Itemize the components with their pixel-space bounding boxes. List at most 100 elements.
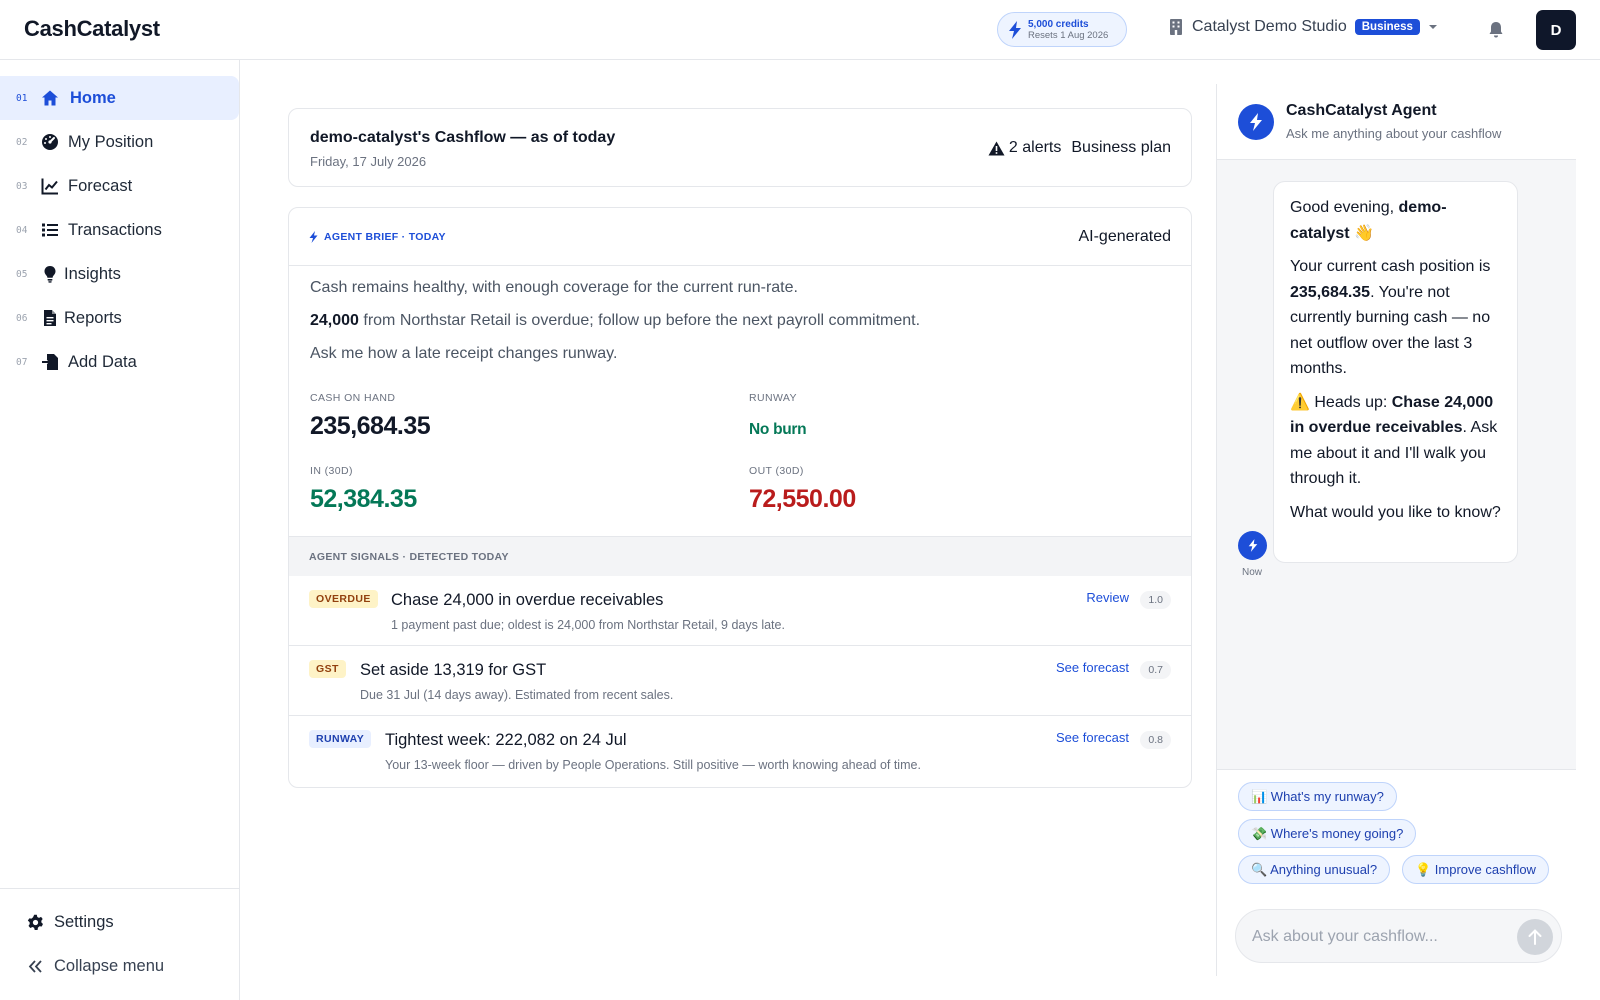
signals-header-label: AGENT SIGNALS · DETECTED TODAY bbox=[309, 551, 509, 563]
collapse-label: Collapse menu bbox=[54, 956, 165, 975]
org-name: Catalyst Demo Studio bbox=[1192, 18, 1347, 35]
nav-number: 07 bbox=[16, 356, 28, 368]
settings-button[interactable]: Settings bbox=[0, 902, 239, 942]
sidebar-item-insights[interactable]: 05 Insights bbox=[0, 252, 239, 296]
org-switcher[interactable]: Catalyst Demo Studio Business bbox=[1168, 18, 1438, 36]
chat-input[interactable] bbox=[1252, 924, 1502, 950]
signal-badge: GST bbox=[309, 660, 346, 678]
brief-amount: 24,000 bbox=[310, 312, 359, 329]
bolt-icon bbox=[1248, 539, 1257, 552]
sidebar-item-label: My Position bbox=[68, 132, 154, 151]
credits-text: 5,000 credits Resets 1 Aug 2026 bbox=[1028, 19, 1108, 41]
sidebar-item-label: Home bbox=[70, 88, 116, 107]
nav-number: 03 bbox=[16, 180, 28, 192]
agent-brief-card: AGENT BRIEF · TODAY AI-generated Cash re… bbox=[288, 207, 1192, 788]
suggestion-chip[interactable]: 🔍 Anything unusual? bbox=[1238, 855, 1391, 884]
agent-avatar bbox=[1238, 104, 1274, 140]
signal-description: 1 payment past due; oldest is 24,000 fro… bbox=[391, 618, 785, 632]
cash-on-hand-label: CASH ON HAND bbox=[310, 392, 396, 404]
nav-number: 06 bbox=[16, 312, 28, 324]
plan-badge: Business bbox=[1354, 19, 1420, 35]
agent-title: CashCatalyst Agent bbox=[1286, 102, 1437, 119]
alerts-indicator[interactable]: 2 alerts bbox=[988, 139, 1061, 157]
avatar[interactable]: D bbox=[1536, 10, 1576, 50]
nav-number: 04 bbox=[16, 224, 28, 236]
greeting-text: Good evening, bbox=[1290, 199, 1399, 216]
chat-composer bbox=[1235, 909, 1562, 963]
signal-score: 0.7 bbox=[1140, 661, 1171, 679]
message-text: ⚠️ Heads up: bbox=[1290, 393, 1392, 411]
signals-header: AGENT SIGNALS · DETECTED TODAY bbox=[289, 536, 1191, 576]
top-header: CashCatalyst 5,000 credits Resets 1 Aug … bbox=[0, 0, 1600, 60]
app-logo[interactable]: CashCatalyst bbox=[24, 16, 160, 42]
nav-number: 05 bbox=[16, 268, 28, 280]
chevrons-left-icon bbox=[28, 959, 42, 973]
settings-label: Settings bbox=[54, 912, 114, 931]
signal-description: Your 13-week floor — driven by People Op… bbox=[385, 758, 921, 772]
arrow-up-icon bbox=[1528, 929, 1542, 945]
suggestion-chip[interactable]: 📊 What's my runway? bbox=[1238, 782, 1397, 811]
credits-reset: Resets 1 Aug 2026 bbox=[1028, 29, 1109, 41]
credits-pill[interactable]: 5,000 credits Resets 1 Aug 2026 bbox=[997, 12, 1127, 47]
suggestion-chip[interactable]: 💡 Improve cashflow bbox=[1402, 855, 1549, 884]
sidebar-item-transactions[interactable]: 04 Transactions bbox=[0, 208, 239, 252]
gear-icon bbox=[27, 914, 43, 930]
sidebar-item-add-data[interactable]: 07 Add Data bbox=[0, 340, 239, 384]
sidebar-item-home[interactable]: 01 Home bbox=[0, 76, 239, 120]
runway-value: No burn bbox=[749, 421, 807, 438]
nav-number: 02 bbox=[16, 136, 28, 148]
brief-tag-label: AGENT BRIEF · TODAY bbox=[324, 231, 446, 243]
sidebar-item-my-position[interactable]: 02 My Position bbox=[0, 120, 239, 164]
file-import-icon bbox=[42, 354, 58, 370]
agent-subtitle: Ask me anything about your cashflow bbox=[1286, 126, 1502, 141]
see-forecast-button[interactable]: See forecast bbox=[1056, 660, 1129, 675]
message-time: Now bbox=[1242, 567, 1263, 578]
document-icon bbox=[44, 310, 56, 326]
sidebar-item-label: Reports bbox=[64, 308, 122, 327]
in-30d-value: 52,384.35 bbox=[310, 485, 417, 513]
bolt-icon bbox=[1250, 113, 1262, 131]
brief-line-text: from Northstar Retail is overdue; follow… bbox=[358, 312, 921, 329]
sidebar-item-forecast[interactable]: 03 Forecast bbox=[0, 164, 239, 208]
plan-label: Business plan bbox=[1071, 139, 1171, 156]
sidebar-item-label: Transactions bbox=[68, 220, 162, 239]
agent-panel: CashCatalyst Agent Ask me anything about… bbox=[1216, 84, 1576, 976]
collapse-menu-button[interactable]: Collapse menu bbox=[0, 946, 239, 986]
sidebar-item-reports[interactable]: 06 Reports bbox=[0, 296, 239, 340]
message-paragraph: ⚠️ Heads up: Chase 24,000 in overdue rec… bbox=[1290, 390, 1501, 492]
signal-row-gst: GST Set aside 13,319 for GST Due 31 Jul … bbox=[289, 646, 1191, 716]
review-button[interactable]: Review bbox=[1086, 590, 1129, 605]
out-30d-label: OUT (30D) bbox=[749, 465, 804, 477]
bell-icon[interactable] bbox=[1487, 21, 1505, 39]
signal-title: Tightest week: 222,082 on 24 Jul bbox=[385, 731, 627, 749]
see-forecast-button[interactable]: See forecast bbox=[1056, 730, 1129, 745]
suggestion-chip[interactable]: 💸 Where's money going? bbox=[1238, 819, 1417, 848]
ai-generated-label: AI-generated bbox=[1078, 228, 1171, 245]
sidebar: 01 Home 02 My Position 03 Forecast 04 Tr… bbox=[0, 60, 240, 1000]
page-title: demo-catalyst's Cashflow — as of today bbox=[310, 129, 616, 146]
message-amount: 235,684.35 bbox=[1290, 283, 1371, 301]
gauge-icon bbox=[42, 134, 58, 150]
nav-number: 01 bbox=[16, 92, 28, 104]
agent-message: Good evening, demo-catalyst 👋 Your curre… bbox=[1273, 181, 1518, 563]
wave-emoji: 👋 bbox=[1349, 224, 1374, 242]
bolt-icon bbox=[309, 231, 318, 243]
cashflow-title-card: demo-catalyst's Cashflow — as of today F… bbox=[288, 108, 1192, 187]
cash-on-hand-value: 235,684.35 bbox=[310, 412, 431, 440]
brief-line: Ask me how a late receipt changes runway… bbox=[310, 345, 618, 362]
signal-title: Chase 24,000 in overdue receivables bbox=[391, 591, 664, 609]
line-chart-icon bbox=[41, 178, 58, 195]
runway-label: RUNWAY bbox=[749, 392, 797, 404]
signal-score: 0.8 bbox=[1140, 731, 1171, 749]
in-30d-label: IN (30D) bbox=[310, 465, 353, 477]
sidebar-divider bbox=[0, 888, 239, 889]
signal-score: 1.0 bbox=[1140, 591, 1171, 609]
signal-description: Due 31 Jul (14 days away). Estimated fro… bbox=[360, 688, 674, 702]
sidebar-item-label: Insights bbox=[64, 264, 121, 283]
list-icon bbox=[42, 223, 58, 237]
chevron-down-icon bbox=[1428, 25, 1437, 29]
send-button[interactable] bbox=[1517, 919, 1553, 955]
message-paragraph: What would you like to know? bbox=[1290, 503, 1501, 521]
signal-row-overdue: OVERDUE Chase 24,000 in overdue receivab… bbox=[289, 576, 1191, 646]
alerts-count: 2 alerts bbox=[1008, 139, 1062, 156]
